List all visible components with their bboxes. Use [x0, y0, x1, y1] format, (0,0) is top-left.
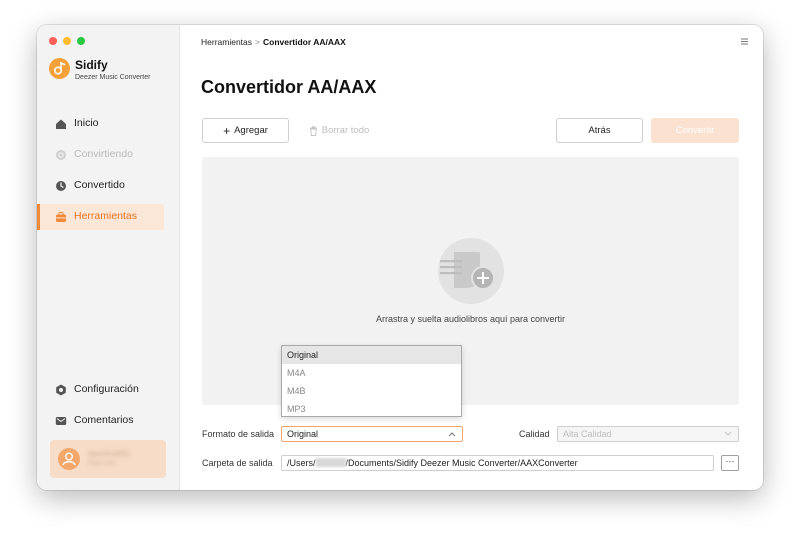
- menu-icon[interactable]: [740, 37, 749, 46]
- mail-icon: [55, 417, 67, 425]
- add-button[interactable]: + Agregar: [202, 118, 289, 143]
- home-icon: [56, 119, 66, 129]
- format-select-value: Original: [287, 429, 319, 439]
- redacted-username: [315, 458, 346, 467]
- breadcrumb-parent[interactable]: Herramientas: [201, 37, 252, 47]
- close-window-button[interactable]: [49, 37, 57, 45]
- back-button[interactable]: Atrás: [556, 118, 643, 143]
- output-folder-input[interactable]: /Users/ /Documents/Sidify Deezer Music Co…: [281, 455, 714, 471]
- sidebar-item-inicio[interactable]: Inicio: [37, 111, 179, 137]
- main-panel: Herramientas > Convertidor AA/AAX Converti…: [180, 25, 763, 490]
- sidebar-item-herramientas[interactable]: Herramientas: [37, 204, 164, 230]
- sidebar-item-convirtiendo[interactable]: Convirtiendo: [37, 142, 179, 168]
- app-name: Sidify: [75, 58, 108, 72]
- format-label: Formato de salida: [202, 429, 275, 439]
- quality-select-value: Alta Calidad: [563, 429, 612, 439]
- breadcrumb-current: Convertidor AA/AAX: [263, 37, 346, 47]
- avatar: [58, 448, 80, 470]
- format-dropdown-list: Original M4A M4B MP3: [281, 345, 462, 417]
- format-select[interactable]: Original: [281, 426, 463, 442]
- minimize-window-button[interactable]: [63, 37, 71, 45]
- user-email: ifrilo.com: [88, 460, 117, 467]
- clear-all-label: Borrar todo: [321, 125, 370, 136]
- toolbox-icon: [56, 212, 66, 222]
- zoom-window-button[interactable]: [77, 37, 85, 45]
- sidebar-item-configuracion[interactable]: Configuración: [37, 377, 179, 403]
- user-icon: [62, 452, 76, 466]
- plus-icon: +: [223, 123, 231, 138]
- sidebar-item-label: Configuración: [74, 383, 139, 395]
- quality-label: Calidad: [519, 429, 550, 439]
- convert-button-label: Convertir: [675, 125, 715, 136]
- app-subtitle: Deezer Music Converter: [75, 74, 151, 81]
- format-option-m4a[interactable]: M4A: [282, 364, 461, 382]
- sync-icon: [56, 150, 66, 160]
- quality-select[interactable]: Alta Calidad: [557, 426, 739, 442]
- sidebar-item-comentarios[interactable]: Comentarios: [37, 408, 179, 434]
- sidebar-item-label: Convertido: [74, 179, 125, 191]
- user-card[interactable]: apuntodefin ifrilo.com: [50, 440, 166, 478]
- sidebar-item-label: Comentarios: [74, 414, 134, 426]
- clear-all-button[interactable]: Borrar todo: [304, 118, 374, 143]
- trash-icon: [309, 125, 317, 136]
- clock-icon: [56, 181, 66, 191]
- sidebar-item-label: Convirtiendo: [74, 148, 133, 160]
- breadcrumb-separator: >: [255, 37, 260, 47]
- drop-zone-text: Arrastra y suelta audiolibros aquí para …: [375, 314, 566, 324]
- app-window: Sidify Deezer Music Converter Inicio Con…: [37, 25, 763, 490]
- add-audiobook-icon: [438, 238, 504, 304]
- sidebar-item-label: Inicio: [74, 117, 99, 129]
- chevron-down-icon: [724, 431, 732, 436]
- folder-path-suffix: /Documents/Sidify Deezer Music Converter…: [345, 458, 578, 468]
- format-option-m4b[interactable]: M4B: [282, 382, 461, 400]
- chevron-up-icon: [448, 432, 456, 437]
- folder-path-prefix: /Users/: [287, 458, 316, 468]
- format-option-mp3[interactable]: MP3: [282, 400, 461, 418]
- format-option-original[interactable]: Original: [282, 346, 461, 364]
- page-title: Convertidor AA/AAX: [201, 77, 377, 97]
- user-name: apuntodefin: [88, 449, 130, 458]
- browse-folder-button[interactable]: ···: [721, 455, 739, 471]
- sidebar-item-label: Herramientas: [74, 210, 138, 222]
- output-folder-label: Carpeta de salida: [202, 458, 273, 468]
- add-button-label: Agregar: [234, 125, 268, 136]
- convert-button[interactable]: Convertir: [651, 118, 739, 143]
- back-button-label: Atrás: [588, 125, 611, 136]
- sidebar-item-convertido[interactable]: Convertido: [37, 173, 179, 199]
- gear-icon: [56, 384, 66, 396]
- sidebar: Sidify Deezer Music Converter Inicio Con…: [37, 25, 180, 490]
- breadcrumb: Herramientas > Convertidor AA/AAX: [201, 37, 346, 47]
- app-logo-icon: [49, 58, 70, 79]
